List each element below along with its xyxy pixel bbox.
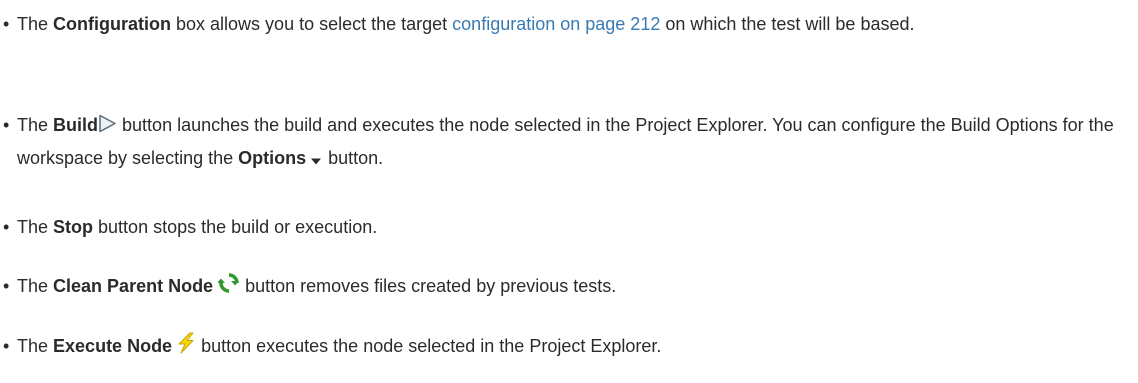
stop-term: Stop xyxy=(53,217,94,237)
bullet-build: The Build button launches the build and … xyxy=(3,110,1134,176)
refresh-cycle-icon xyxy=(217,272,240,304)
bullet-stop: The Stop button stops the build or execu… xyxy=(3,212,1134,243)
item-text: The xyxy=(17,115,54,135)
item-text: The xyxy=(17,336,54,356)
options-term: Options xyxy=(238,148,307,168)
item-text: The xyxy=(17,276,54,296)
configuration-link[interactable]: configuration on page 212 xyxy=(452,14,660,34)
lightning-icon xyxy=(176,332,196,364)
item-text: The xyxy=(17,217,54,237)
play-triangle-icon xyxy=(98,112,117,143)
item-text: box allows you to select the target xyxy=(171,14,453,34)
document-body: The Configuration box allows you to sele… xyxy=(0,0,1138,383)
configuration-term: Configuration xyxy=(53,14,172,34)
bullet-clean-parent-node: The Clean Parent Node button removes fil… xyxy=(3,271,1134,304)
clean-parent-node-term: Clean Parent Node xyxy=(53,276,214,296)
item-text: button. xyxy=(323,148,384,168)
item-text: button removes files created by previous… xyxy=(240,276,617,296)
bullet-execute-node: The Execute Node button executes the nod… xyxy=(3,331,1134,364)
item-text: The xyxy=(17,14,54,34)
item-text: button executes the node selected in the… xyxy=(196,336,662,356)
build-term: Build xyxy=(53,115,99,135)
item-text: on which the test will be based. xyxy=(660,14,915,34)
bullet-configuration: The Configuration box allows you to sele… xyxy=(3,9,1134,40)
item-text: button launches the build and executes t… xyxy=(17,115,1114,168)
dropdown-arrow-icon xyxy=(311,145,322,176)
execute-node-term: Execute Node xyxy=(53,336,173,356)
item-text: button stops the build or execution. xyxy=(93,217,378,237)
